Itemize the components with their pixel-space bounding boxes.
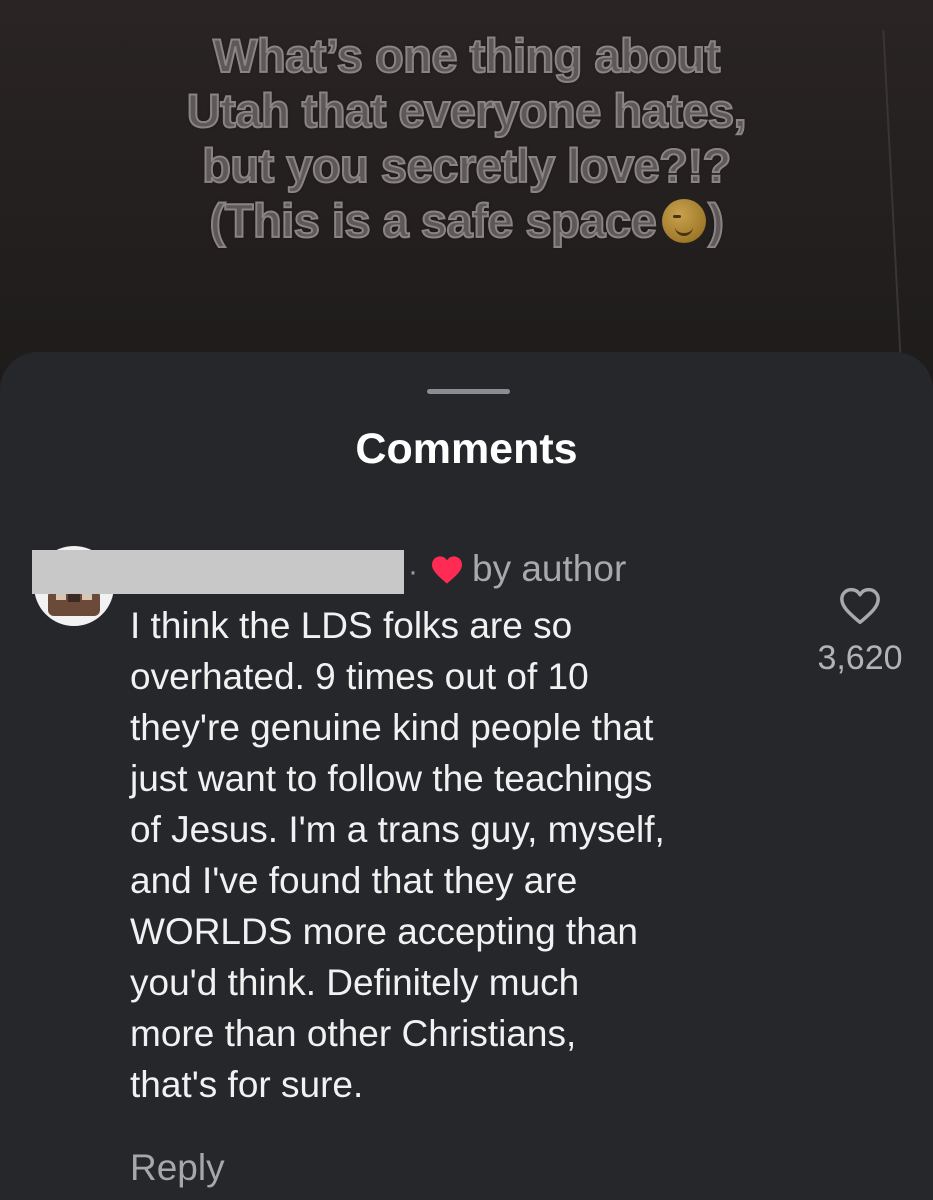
comment-item: · by author I think the LDS folks are so… (0, 538, 933, 1200)
caption-line-2: Utah that everyone hates, (186, 83, 748, 138)
heart-outline-icon[interactable] (838, 586, 882, 626)
caption-line-3: but you secretly love?!? (201, 138, 732, 193)
separator-dot: · (408, 555, 418, 588)
caption-line-4: (This is a safe space) (60, 193, 873, 248)
comment-line: you'd think. Definitely much (130, 962, 580, 1003)
background-edge (882, 30, 902, 360)
comment-line: and I've found that they are (130, 860, 578, 901)
comment-body: I think the LDS folks are so overhated. … (130, 600, 790, 1110)
comment-line: I think the LDS folks are so (130, 605, 573, 646)
like-count: 3,620 (817, 639, 903, 677)
comments-title: Comments (355, 425, 578, 473)
like-control: 3,620 (800, 586, 920, 678)
red-heart-icon (432, 556, 462, 584)
comment-line: overhated. 9 times out of 10 (130, 656, 589, 697)
comment-line: just want to follow the teachings (130, 758, 653, 799)
reply-button[interactable]: Reply (130, 1146, 225, 1190)
comment-line: more than other Christians, (130, 1013, 577, 1054)
comment-line: they're genuine kind people that (130, 707, 654, 748)
comment-line: of Jesus. I'm a trans guy, myself, (130, 809, 665, 850)
caption-closing-paren: ) (707, 193, 725, 248)
comment-line: that's for sure. (130, 1064, 364, 1105)
comment-line: WORLDS more accepting than (130, 911, 638, 952)
sheet-drag-handle[interactable] (427, 389, 510, 394)
liked-by-author-label: by author (472, 548, 627, 589)
caption-line-4-text: (This is a safe space (209, 193, 658, 248)
caption-line-1: What’s one thing about (212, 28, 721, 83)
video-caption: What’s one thing about Utah that everyon… (60, 28, 873, 248)
comments-sheet: Comments · by author I think the LDS fol… (0, 352, 933, 1200)
redacted-username (32, 550, 404, 594)
winking-face-emoji-icon (662, 199, 707, 243)
